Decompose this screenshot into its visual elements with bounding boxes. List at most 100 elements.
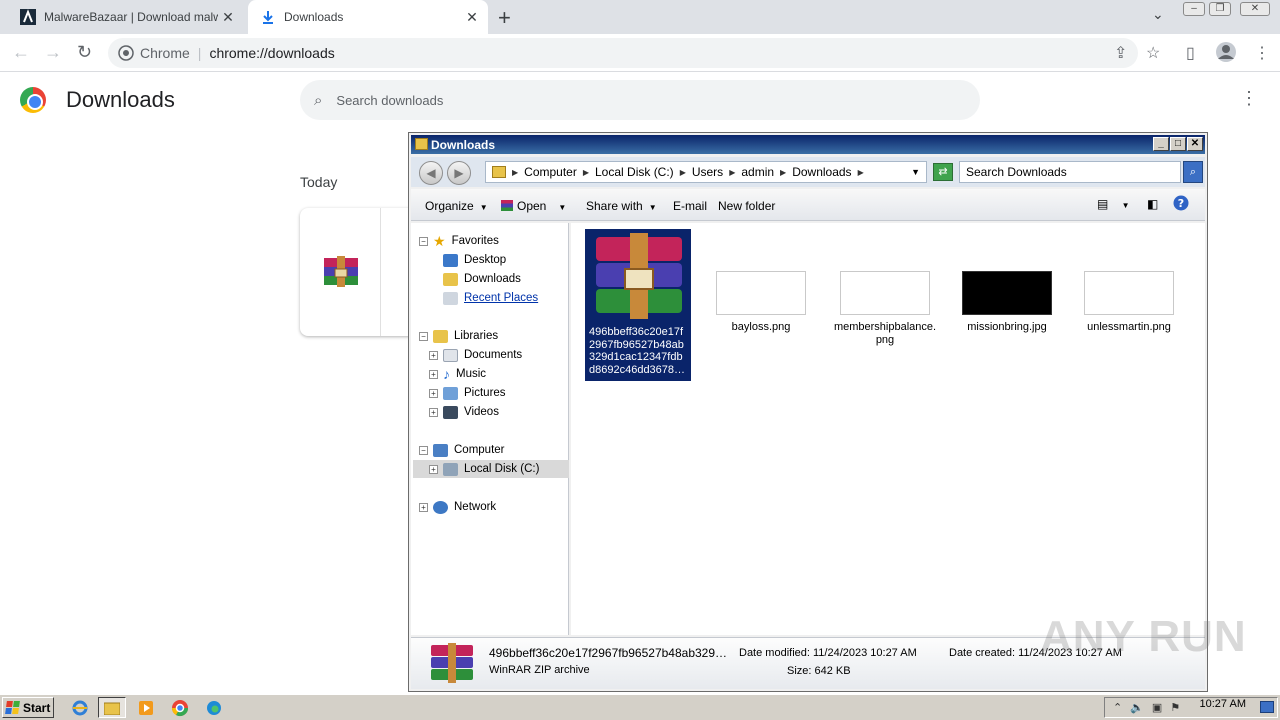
address-bar[interactable]: Chrome | chrome://downloads	[108, 38, 1138, 68]
nav-documents[interactable]: + Documents	[429, 346, 522, 364]
file-item-selected-archive[interactable]: 496bbeff36c20e17f2967fb96527b48ab329d1ca…	[585, 229, 691, 381]
show-hidden-icons-icon[interactable]: ⌃	[1113, 701, 1122, 714]
nav-videos[interactable]: + Videos	[429, 403, 499, 421]
nav-pictures[interactable]: + Pictures	[429, 384, 506, 402]
chrome-site-icon	[118, 45, 134, 61]
close-tab-icon[interactable]: ✕	[218, 9, 238, 26]
side-panel-icon[interactable]: ▯	[1186, 43, 1195, 63]
winrar-archive-icon	[429, 642, 475, 687]
preview-pane-icon[interactable]: ◧	[1147, 197, 1158, 211]
chrome-taskbar-icon[interactable]	[166, 697, 194, 718]
view-options-icon[interactable]: ▤ ▼	[1097, 197, 1130, 211]
tab-search-chevron-icon[interactable]: ⌄	[1152, 6, 1164, 23]
search-icon: ⌕	[314, 91, 323, 109]
profile-avatar-icon[interactable]	[1215, 41, 1237, 68]
search-downloads-input[interactable]: ⌕ Search downloads	[300, 80, 980, 120]
file-item-png[interactable]: bayloss.png	[709, 271, 813, 333]
close-window-button[interactable]: ✕	[1240, 2, 1270, 16]
breadcrumb-item[interactable]: admin	[741, 165, 774, 179]
breadcrumb-item[interactable]: Users	[692, 165, 723, 179]
nav-libraries[interactable]: − Libraries	[419, 327, 498, 345]
close-tab-icon[interactable]: ✕	[462, 9, 482, 26]
windows-explorer-icon[interactable]	[98, 697, 126, 718]
breadcrumb-item[interactable]: Downloads	[792, 165, 851, 179]
chevron-right-icon[interactable]: ▶	[512, 168, 518, 177]
chevron-right-icon[interactable]: ▶	[680, 168, 686, 177]
download-item-card[interactable]	[300, 208, 420, 336]
clock[interactable]: 10:27 AM	[1200, 698, 1246, 710]
tab-malwarebazaar[interactable]: MalwareBazaar | Download malware ✕	[8, 0, 244, 34]
help-icon[interactable]: ?	[1173, 195, 1189, 214]
nav-favorites[interactable]: − ★ Favorites	[419, 232, 499, 250]
back-arrow-icon[interactable]: ←	[12, 42, 30, 63]
file-name: unlessmartin.png	[1087, 321, 1171, 333]
nav-recent-places[interactable]: Recent Places	[443, 289, 538, 307]
nav-local-disk[interactable]: + Local Disk (C:)	[413, 460, 569, 478]
search-downloads-field[interactable]: Search Downloads	[959, 161, 1181, 183]
share-with-button[interactable]: Share with ▼	[586, 199, 657, 213]
organize-button[interactable]: Organize ▼	[425, 199, 488, 213]
address-dropdown-icon[interactable]: ▼	[911, 167, 920, 177]
edge-icon[interactable]	[200, 697, 228, 718]
expand-icon[interactable]: +	[429, 369, 438, 379]
expand-icon[interactable]: +	[429, 350, 438, 360]
chevron-right-icon[interactable]: ▶	[729, 168, 735, 177]
file-item-png[interactable]: unlessmartin.png	[1077, 271, 1181, 333]
network-status-icon[interactable]: ▣	[1152, 701, 1162, 714]
expand-icon[interactable]: +	[429, 388, 438, 398]
minimize-window-button[interactable]: –	[1183, 2, 1205, 16]
internet-explorer-icon[interactable]	[66, 697, 94, 718]
more-options-icon[interactable]: ⋮	[1240, 88, 1258, 109]
restore-window-button[interactable]: ❐	[1209, 2, 1231, 16]
collapse-icon[interactable]: −	[419, 236, 428, 246]
file-item-jpg[interactable]: missionbring.jpg	[955, 271, 1059, 333]
open-button[interactable]: Open ▼	[501, 199, 566, 213]
chevron-right-icon[interactable]: ▶	[858, 168, 864, 177]
computer-icon	[433, 443, 448, 457]
share-icon[interactable]: ⇪	[1114, 43, 1127, 63]
refresh-icon[interactable]: ⇄	[933, 163, 953, 181]
close-button[interactable]: ✕	[1187, 137, 1203, 151]
collapse-icon[interactable]: −	[419, 445, 428, 455]
expand-icon[interactable]: +	[429, 464, 438, 474]
maximize-button[interactable]: □	[1170, 137, 1186, 151]
nav-network[interactable]: + Network	[419, 498, 496, 516]
file-list: 496bbeff36c20e17f2967fb96527b48ab329d1ca…	[571, 223, 1205, 635]
nav-music[interactable]: + ♪ Music	[429, 365, 486, 383]
search-icon[interactable]: ⌕	[1183, 161, 1203, 183]
breadcrumb-item[interactable]: Computer	[524, 165, 577, 179]
expand-icon[interactable]: +	[419, 502, 428, 512]
bookmark-star-icon[interactable]: ☆	[1146, 43, 1160, 63]
minimize-button[interactable]: _	[1153, 137, 1169, 151]
nav-desktop[interactable]: Desktop	[443, 251, 506, 269]
tab-title: MalwareBazaar | Download malware	[44, 10, 218, 24]
reload-icon[interactable]: ↻	[77, 42, 92, 63]
volume-icon[interactable]: 🔈	[1130, 701, 1144, 714]
chevron-right-icon[interactable]: ▶	[583, 168, 589, 177]
taskbar: Start ⌃ 🔈 ▣ ⚑ 10:27 AM	[0, 694, 1280, 720]
expand-icon[interactable]: +	[429, 407, 438, 417]
start-button[interactable]: Start	[2, 697, 54, 718]
media-player-icon[interactable]	[132, 697, 160, 718]
email-button[interactable]: E-mail	[673, 199, 707, 213]
nav-computer[interactable]: − Computer	[419, 441, 505, 459]
action-center-flag-icon[interactable]: ⚑	[1170, 701, 1180, 714]
chrome-menu-icon[interactable]: ⋮	[1254, 43, 1270, 63]
chevron-right-icon[interactable]: ▶	[780, 168, 786, 177]
show-desktop-icon[interactable]	[1260, 701, 1274, 713]
date-section-heading: Today	[300, 174, 338, 190]
breadcrumb-item[interactable]: Local Disk (C:)	[595, 165, 674, 179]
explorer-title-bar[interactable]: Downloads _ □ ✕	[411, 135, 1205, 154]
breadcrumb[interactable]: ▶ Computer ▶ Local Disk (C:) ▶ Users ▶ a…	[485, 161, 927, 183]
collapse-icon[interactable]: −	[419, 331, 428, 341]
back-icon[interactable]: ◀	[419, 161, 443, 185]
tab-downloads[interactable]: Downloads ✕	[248, 0, 488, 34]
explorer-title: Downloads	[431, 138, 496, 152]
new-tab-button[interactable]: +	[498, 5, 511, 31]
forward-arrow-icon[interactable]: →	[44, 42, 62, 63]
new-folder-button[interactable]: New folder	[718, 199, 775, 213]
forward-icon[interactable]: ▶	[447, 161, 471, 185]
open-label: Open	[517, 199, 547, 213]
file-item-png[interactable]: membershipbalance.png	[833, 271, 937, 346]
nav-downloads[interactable]: Downloads	[443, 270, 521, 288]
